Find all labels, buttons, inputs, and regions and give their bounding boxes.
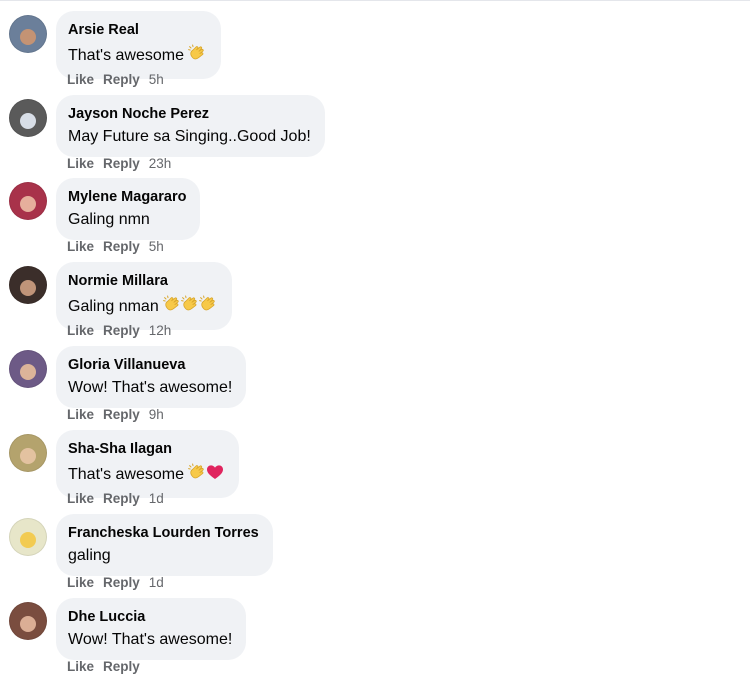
comment-text: Galing nman xyxy=(68,294,218,320)
clapping-hands-emoji-icon xyxy=(198,294,218,320)
comment-item: Normie Millara Galing nman Like Reply 12h xyxy=(0,262,750,346)
comment-text: Wow! That's awesome! xyxy=(68,378,232,398)
reply-button[interactable]: Reply xyxy=(103,575,140,590)
comment-bubble: Gloria Villanueva Wow! That's awesome! xyxy=(56,346,247,408)
like-button[interactable]: Like xyxy=(67,239,94,254)
avatar-face xyxy=(20,616,36,632)
like-button[interactable]: Like xyxy=(67,575,94,590)
reply-button[interactable]: Reply xyxy=(103,659,140,674)
comment-actions: Like Reply 1d xyxy=(67,491,164,507)
comment-timestamp[interactable]: 9h xyxy=(149,407,164,422)
comment-text: May Future sa Singing..Good Job! xyxy=(68,127,311,147)
comment-item: Sha-Sha Ilagan That's awesome Like Reply 1d xyxy=(0,430,750,514)
commenter-name[interactable]: Francheska Lourden Torres xyxy=(68,524,259,542)
comment-actions: Like Reply 1d xyxy=(67,575,164,591)
avatar[interactable] xyxy=(9,15,47,53)
comment-bubble: Sha-Sha Ilagan That's awesome xyxy=(56,430,239,498)
comment-item: Francheska Lourden Torres galing Like Reply… xyxy=(0,514,750,598)
comment-actions: Like Reply 23h xyxy=(67,156,171,172)
reply-button[interactable]: Reply xyxy=(103,407,140,422)
comment-bubble: Dhe Luccia Wow! That's awesome! xyxy=(56,598,247,660)
avatar-face xyxy=(20,196,36,212)
comment-text: That's awesome xyxy=(68,462,225,488)
like-button[interactable]: Like xyxy=(67,407,94,422)
avatar[interactable] xyxy=(9,99,47,137)
clapping-hands-emoji-icon xyxy=(180,294,200,320)
comment-text-content: Galing nmn xyxy=(68,211,150,228)
comment-actions: Like Reply 9h xyxy=(67,407,164,423)
commenter-name[interactable]: Mylene Magararo xyxy=(68,188,186,206)
comment-timestamp[interactable]: 1d xyxy=(149,491,164,506)
comment-timestamp[interactable]: 23h xyxy=(149,156,172,171)
like-button[interactable]: Like xyxy=(67,659,94,674)
comment-actions: Like Reply 5h xyxy=(67,239,164,255)
comment-item: Mylene Magararo Galing nmn Like Reply 5h xyxy=(0,178,750,262)
comment-text: Wow! That's awesome! xyxy=(68,630,232,650)
comment-text-content: galing xyxy=(68,547,111,564)
commenter-name[interactable]: Sha-Sha Ilagan xyxy=(68,440,225,458)
avatar[interactable] xyxy=(9,266,47,304)
comment-actions: Like Reply 5h xyxy=(67,72,164,88)
commenter-name[interactable]: Gloria Villanueva xyxy=(68,356,232,374)
comment-text: That's awesome xyxy=(68,43,207,69)
comment-bubble: Francheska Lourden Torres galing xyxy=(56,514,273,576)
avatar[interactable] xyxy=(9,434,47,472)
comment-text: galing xyxy=(68,546,259,566)
avatar[interactable] xyxy=(9,518,47,556)
comment-timestamp[interactable]: 5h xyxy=(149,72,164,87)
comment-timestamp[interactable]: 12h xyxy=(149,323,172,338)
heart-emoji-icon xyxy=(205,462,225,488)
like-button[interactable]: Like xyxy=(67,156,94,171)
commenter-name[interactable]: Normie Millara xyxy=(68,272,218,290)
commenter-name[interactable]: Arsie Real xyxy=(68,21,207,39)
comment-text-content: May Future sa Singing..Good Job! xyxy=(68,128,311,145)
like-button[interactable]: Like xyxy=(67,491,94,506)
comment-text-content: Galing nman xyxy=(68,298,159,315)
avatar-face xyxy=(20,532,36,548)
avatar[interactable] xyxy=(9,350,47,388)
comment-text-content: Wow! That's awesome! xyxy=(68,379,233,396)
comment-timestamp[interactable]: 5h xyxy=(149,239,164,254)
comment-text: Galing nmn xyxy=(68,210,186,230)
avatar[interactable] xyxy=(9,182,47,220)
comment-bubble: Mylene Magararo Galing nmn xyxy=(56,178,201,240)
reply-button[interactable]: Reply xyxy=(103,491,140,506)
comment-bubble: Normie Millara Galing nman xyxy=(56,262,232,330)
clapping-hands-emoji-icon xyxy=(162,294,182,320)
comment-text-content: Wow! That's awesome! xyxy=(68,631,233,648)
comment-timestamp[interactable]: 1d xyxy=(149,575,164,590)
reply-button[interactable]: Reply xyxy=(103,239,140,254)
like-button[interactable]: Like xyxy=(67,72,94,87)
avatar-face xyxy=(20,29,36,45)
commenter-name[interactable]: Jayson Noche Perez xyxy=(68,105,311,123)
comment-bubble: Jayson Noche Perez May Future sa Singing.… xyxy=(56,95,325,157)
reply-button[interactable]: Reply xyxy=(103,156,140,171)
comment-item: Jayson Noche Perez May Future sa Singing.… xyxy=(0,95,750,179)
comment-text-content: That's awesome xyxy=(68,466,184,483)
comment-list: Arsie Real That's awesome Like Reply 5h Jayso… xyxy=(0,0,750,674)
comment-actions: Like Reply xyxy=(67,659,149,675)
comment-bubble: Arsie Real That's awesome xyxy=(56,11,221,79)
reply-button[interactable]: Reply xyxy=(103,323,140,338)
comment-text-content: That's awesome xyxy=(68,47,184,64)
avatar-face xyxy=(20,364,36,380)
comment-actions: Like Reply 12h xyxy=(67,323,171,339)
comment-item: Gloria Villanueva Wow! That's awesome! Lik… xyxy=(0,346,750,430)
clapping-hands-emoji-icon xyxy=(187,43,207,69)
like-button[interactable]: Like xyxy=(67,323,94,338)
avatar-face xyxy=(20,280,36,296)
comment-item: Arsie Real That's awesome Like Reply 5h xyxy=(0,11,750,95)
clapping-hands-emoji-icon xyxy=(187,462,207,488)
commenter-name[interactable]: Dhe Luccia xyxy=(68,608,232,626)
avatar-face xyxy=(20,113,36,129)
reply-button[interactable]: Reply xyxy=(103,72,140,87)
avatar-face xyxy=(20,448,36,464)
comment-item: Dhe Luccia Wow! That's awesome! Like Reply xyxy=(0,598,750,682)
avatar[interactable] xyxy=(9,602,47,640)
